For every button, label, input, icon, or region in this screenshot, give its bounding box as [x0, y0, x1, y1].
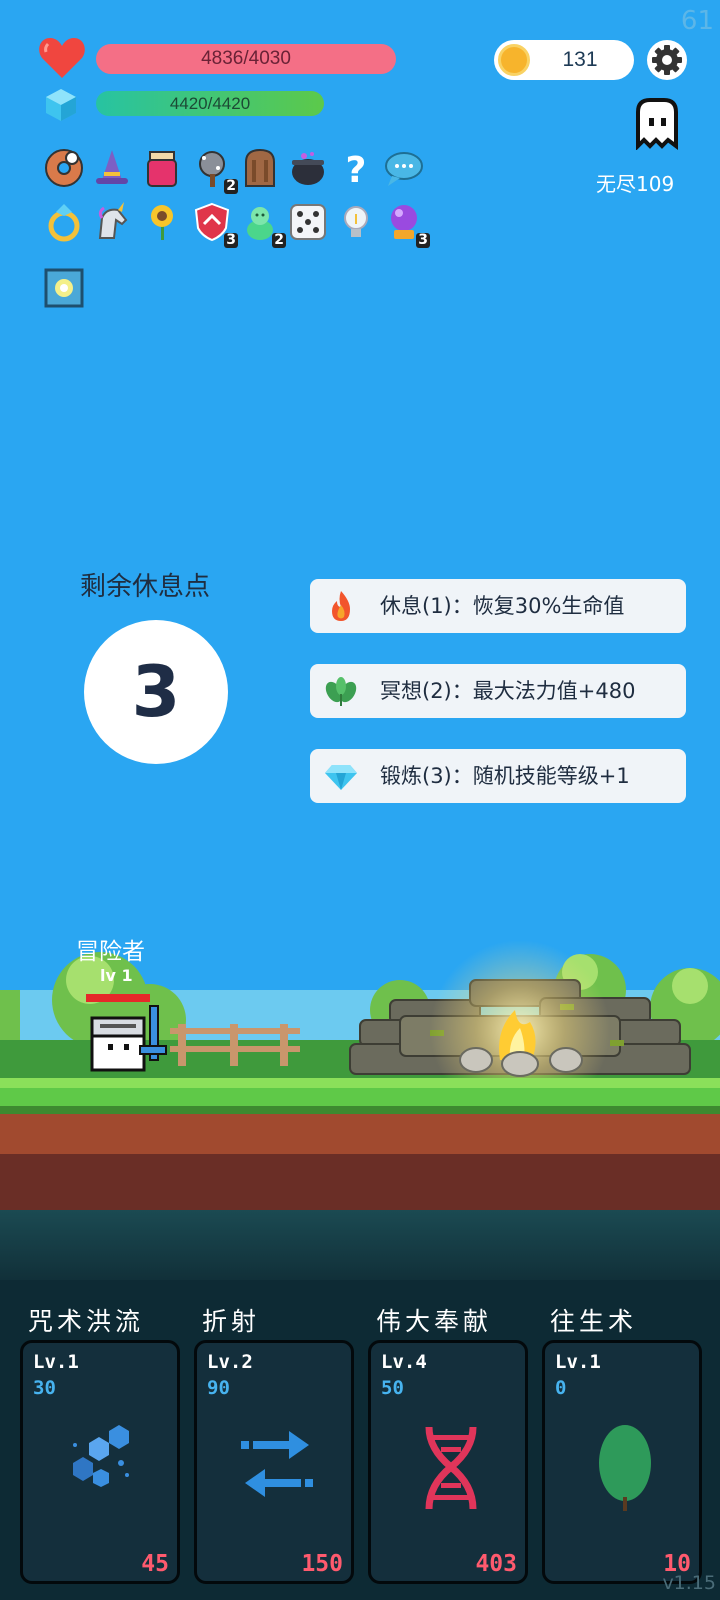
- skill-name: 咒术洪流: [28, 1307, 145, 1336]
- settings-gear-icon[interactable]: [646, 39, 688, 81]
- skill-name: 伟大奉献: [376, 1307, 493, 1336]
- shield-icon[interactable]: 3: [192, 202, 238, 248]
- crystal-ball-icon[interactable]: 3: [384, 202, 430, 248]
- question-mark-icon[interactable]: ?: [336, 148, 376, 191]
- svg-text:?: ?: [346, 150, 367, 188]
- wooden-door-icon[interactable]: [240, 148, 280, 188]
- cauldron-icon[interactable]: [288, 148, 328, 188]
- ghost-icon[interactable]: [632, 96, 682, 151]
- spiked-club-icon[interactable]: 2: [192, 148, 238, 194]
- hp-text: 4836/4030: [201, 48, 291, 69]
- rest-points-label: 剩余休息点: [79, 572, 210, 602]
- dna-icon: [411, 1423, 491, 1513]
- skill-card[interactable]: Lv.2 90 150: [194, 1340, 354, 1584]
- leaf-icon: [585, 1423, 665, 1513]
- item-count-badge: 3: [416, 232, 430, 248]
- mana-gem-icon: [44, 88, 78, 122]
- fps-counter: 61: [680, 6, 714, 36]
- item-count-badge: 3: [224, 232, 238, 248]
- skill-card[interactable]: Lv.1 0 10: [542, 1340, 702, 1584]
- endless-mode-label: 无尽109: [596, 172, 675, 196]
- arrows-swap-icon: [237, 1423, 317, 1513]
- train-option-button[interactable]: 锻炼(3)：随机技能等级+1: [310, 749, 686, 803]
- diamond-icon: [324, 759, 358, 793]
- ring-icon[interactable]: [44, 202, 84, 242]
- skill-level: Lv.1: [555, 1351, 601, 1373]
- skill-card[interactable]: Lv.4 50 403: [368, 1340, 528, 1584]
- coin-icon: [498, 44, 530, 76]
- item-count-badge: 2: [224, 178, 238, 194]
- dice-icon[interactable]: [288, 202, 328, 242]
- hexagons-icon: [63, 1423, 143, 1513]
- heart-icon: [38, 36, 86, 80]
- meditate-option-button[interactable]: 冥想(2)：最大法力值+480: [310, 664, 686, 718]
- skill-cost: 50: [381, 1377, 404, 1399]
- chat-bubble-icon[interactable]: [384, 148, 424, 188]
- mp-bar: 4420/4420: [96, 91, 324, 116]
- unicorn-icon[interactable]: [92, 202, 132, 242]
- player-level: lv 1: [100, 966, 133, 985]
- rest-option-button[interactable]: 休息(1)：恢复30%生命值: [310, 579, 686, 633]
- fire-icon: [324, 589, 358, 623]
- skill-value: 150: [301, 1551, 343, 1577]
- skill-name: 往生术: [550, 1307, 638, 1336]
- rest-option-text: 休息(1)：恢复30%生命值: [380, 594, 625, 618]
- skill-name: 折射: [202, 1307, 261, 1336]
- train-option-text: 锻炼(3)：随机技能等级+1: [380, 764, 630, 788]
- skill-cost: 30: [33, 1377, 56, 1399]
- rest-points-value: 3: [131, 651, 181, 733]
- item-count-badge: 2: [272, 232, 286, 248]
- rest-points-circle: 3: [84, 620, 228, 764]
- skill-level: Lv.4: [381, 1351, 427, 1373]
- coin-counter: 131: [494, 40, 634, 80]
- donut-icon[interactable]: [44, 148, 84, 188]
- hp-bar: 4836/4030: [96, 44, 396, 74]
- player-name: 冒险者: [76, 939, 145, 965]
- skill-level: Lv.1: [33, 1351, 79, 1373]
- mp-text: 4420/4420: [169, 94, 251, 113]
- player-hp-bar: [86, 994, 150, 1002]
- water-strip: [0, 1210, 720, 1280]
- lightbulb-icon[interactable]: [336, 202, 376, 242]
- meditate-option-text: 冥想(2)：最大法力值+480: [380, 679, 636, 703]
- sunflower-icon[interactable]: [142, 202, 182, 242]
- skill-level: Lv.2: [207, 1351, 253, 1373]
- version-label: v1.15: [662, 1572, 716, 1594]
- skill-card[interactable]: Lv.1 30 45: [20, 1340, 180, 1584]
- wizard-hat-icon[interactable]: [92, 148, 132, 188]
- glowing-tile-icon[interactable]: [44, 268, 84, 308]
- slime-potion-icon[interactable]: 2: [240, 202, 286, 248]
- skill-cost: 90: [207, 1377, 230, 1399]
- skill-value: 45: [141, 1551, 169, 1577]
- skill-cost: 0: [555, 1377, 567, 1399]
- herb-icon: [324, 674, 358, 708]
- coin-amount: 131: [562, 48, 598, 71]
- jam-jar-icon[interactable]: [142, 148, 182, 188]
- skill-value: 403: [475, 1551, 517, 1577]
